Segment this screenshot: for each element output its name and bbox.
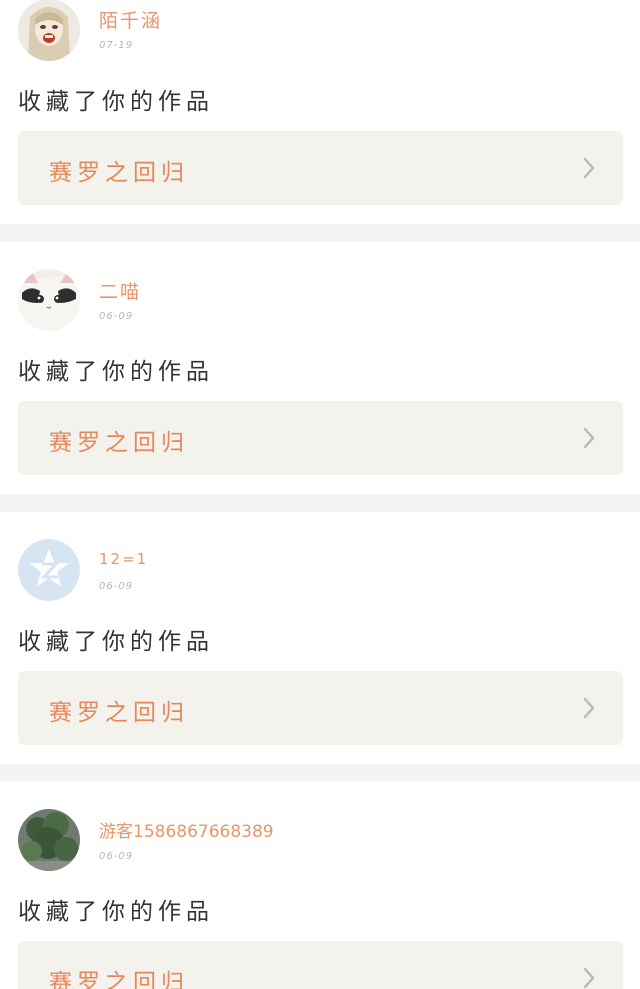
work-title: 赛罗之回归 <box>49 970 189 989</box>
work-title: 赛罗之回归 <box>49 430 189 456</box>
username[interactable]: 二喵 <box>99 277 141 304</box>
work-link[interactable]: 赛罗之回归 <box>18 671 623 745</box>
work-link[interactable]: 赛罗之回归 <box>18 941 623 989</box>
work-link[interactable]: 赛罗之回归 <box>18 131 623 205</box>
chevron-right-icon <box>583 157 595 179</box>
date: 06-09 <box>99 311 134 322</box>
plant-avatar-icon[interactable] <box>18 809 80 871</box>
notification-card: 陌千涵 07-19 收藏了你的作品 赛罗之回归 <box>0 0 640 224</box>
cat-avatar-icon[interactable] <box>18 269 80 331</box>
work-link[interactable]: 赛罗之回归 <box>18 401 623 475</box>
notification-card: 12=1 06-09 收藏了你的作品 赛罗之回归 <box>0 512 640 764</box>
notification-feed: 陌千涵 07-19 收藏了你的作品 赛罗之回归 二喵 06-09 收藏了你的作品… <box>0 0 640 989</box>
action-text: 收藏了你的作品 <box>18 359 214 385</box>
action-text: 收藏了你的作品 <box>18 89 214 115</box>
action-text: 收藏了你的作品 <box>18 629 214 655</box>
username[interactable]: 陌千涵 <box>99 6 162 33</box>
chevron-right-icon <box>583 427 595 449</box>
notification-card: 游客15868676683​89 06-09 收藏了你的作品 赛罗之回归 <box>0 782 640 989</box>
date: 06-09 <box>99 581 134 592</box>
username[interactable]: 12=1 <box>99 550 148 568</box>
chevron-right-icon <box>583 967 595 989</box>
default-qq-avatar-icon[interactable] <box>18 539 80 601</box>
date: 07-19 <box>99 40 134 51</box>
date: 06-09 <box>99 851 134 862</box>
work-title: 赛罗之回归 <box>49 700 189 726</box>
username[interactable]: 游客15868676683​89 <box>99 817 274 842</box>
anime-girl-avatar-icon[interactable] <box>18 0 80 61</box>
work-title: 赛罗之回归 <box>49 160 189 186</box>
action-text: 收藏了你的作品 <box>18 899 214 925</box>
chevron-right-icon <box>583 697 595 719</box>
notification-card: 二喵 06-09 收藏了你的作品 赛罗之回归 <box>0 242 640 494</box>
